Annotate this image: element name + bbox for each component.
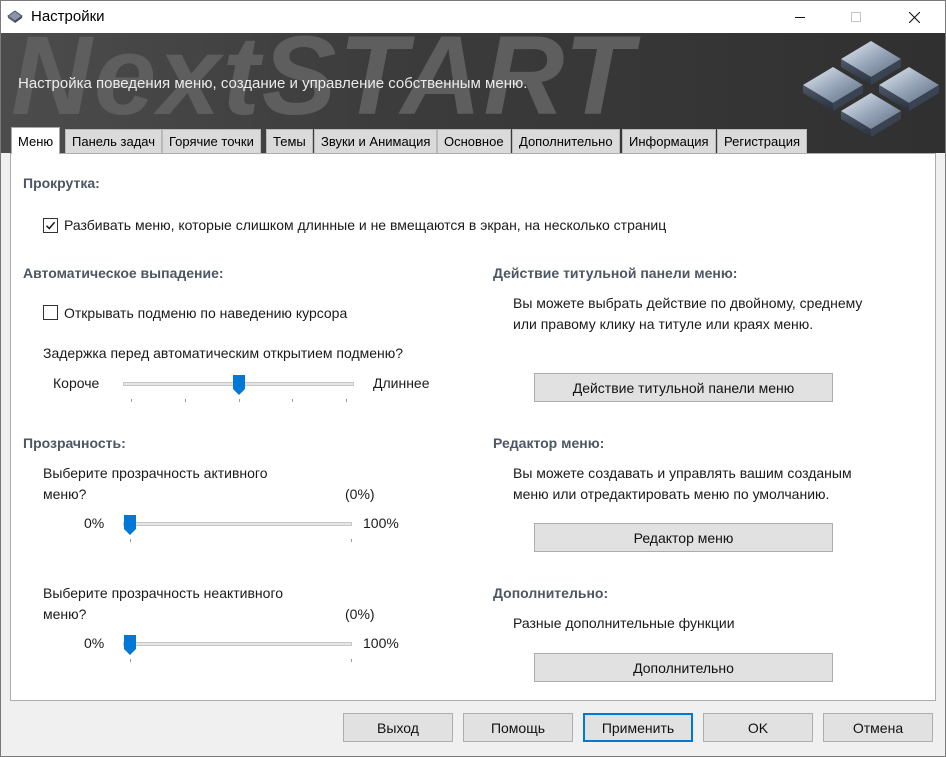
delay-min-label: Короче: [53, 375, 100, 391]
slider-tick: [239, 399, 240, 402]
slider-tick: [351, 539, 352, 542]
delay-question: Задержка перед автоматическим открытием …: [43, 345, 404, 361]
maximize-button[interactable]: [833, 1, 879, 33]
inactive-transparency-label-1: Выберите прозрачность неактивного: [43, 585, 284, 601]
hover-submenu-label: Открывать подменю по наведению курсора: [64, 305, 348, 321]
settings-window: Настройки NextSTART Настройка поведения …: [0, 0, 946, 757]
close-icon: [908, 11, 920, 23]
inactive-max-label: 100%: [363, 635, 399, 651]
auto-popup-section-title: Автоматическое выпадение:: [23, 265, 224, 281]
tab-menu[interactable]: Меню: [11, 127, 61, 154]
menu-editor-button[interactable]: Редактор меню: [534, 523, 833, 552]
active-transparency-slider[interactable]: [123, 515, 353, 545]
tab-sounds-animation[interactable]: Звуки и Анимация: [314, 129, 438, 153]
split-menu-checkbox[interactable]: [43, 218, 58, 233]
close-button[interactable]: [891, 1, 937, 33]
active-max-label: 100%: [363, 515, 399, 531]
active-slider-track: [123, 522, 352, 526]
tab-registration[interactable]: Регистрация: [717, 129, 807, 153]
slider-tick: [292, 399, 293, 402]
ok-button[interactable]: OK: [703, 713, 813, 742]
inactive-transparency-label-2: меню?: [43, 606, 87, 622]
tab-themes[interactable]: Темы: [266, 129, 313, 153]
tab-info[interactable]: Информация: [622, 129, 716, 153]
slider-tick: [131, 399, 132, 402]
active-transparency-label-2: меню?: [43, 486, 87, 502]
inactive-transparency-value: (0%): [345, 606, 375, 622]
active-slider-thumb[interactable]: [124, 515, 136, 535]
extra-desc: Разные дополнительные функции: [513, 615, 735, 631]
tab-taskbar[interactable]: Панель задач: [65, 129, 163, 153]
inactive-min-label: 0%: [84, 635, 105, 651]
delay-slider-thumb[interactable]: [233, 375, 245, 395]
apply-button[interactable]: Применить: [583, 713, 693, 742]
extra-section-title: Дополнительно:: [493, 585, 609, 601]
minimize-icon: [795, 17, 805, 18]
scroll-section-title: Прокрутка:: [23, 175, 100, 191]
slider-tick: [351, 659, 352, 662]
window-title: Настройки: [31, 8, 105, 25]
slider-tick: [130, 659, 131, 662]
title-action-desc-1: Вы можете выбрать действие по двойному, …: [513, 295, 863, 311]
tab-general[interactable]: Основное: [437, 129, 511, 153]
slider-tick: [185, 399, 186, 402]
app-diamond-icon: [7, 10, 23, 24]
menu-tab-panel: Прокрутка: Разбивать меню, которые слишк…: [10, 153, 936, 701]
title-action-desc-2: или правому клику на титуле или краях ме…: [513, 316, 814, 332]
tab-strip: Меню Панель задач Горячие точки Темы Зву…: [1, 127, 945, 154]
help-button[interactable]: Помощь: [463, 713, 573, 742]
checkmark-icon: [45, 221, 56, 230]
active-transparency-label-1: Выберите прозрачность активного: [43, 465, 268, 481]
title-action-button[interactable]: Действие титульной панели меню: [534, 373, 833, 402]
cancel-button[interactable]: Отмена: [823, 713, 933, 742]
hover-submenu-checkbox[interactable]: [43, 305, 58, 320]
banner-subtitle: Настройка поведения меню, создание и упр…: [18, 75, 528, 92]
slider-tick: [130, 539, 131, 542]
split-menu-label: Разбивать меню, которые слишком длинные …: [64, 217, 667, 233]
extra-button[interactable]: Дополнительно: [534, 653, 833, 682]
inactive-slider-track: [123, 642, 352, 646]
menu-editor-desc-1: Вы можете создавать и управлять вашим со…: [513, 465, 852, 481]
tab-advanced[interactable]: Дополнительно: [512, 129, 620, 153]
inactive-transparency-slider[interactable]: [123, 635, 353, 665]
exit-button[interactable]: Выход: [343, 713, 453, 742]
inactive-slider-thumb[interactable]: [124, 635, 136, 655]
active-transparency-value: (0%): [345, 486, 375, 502]
delay-max-label: Длиннее: [373, 375, 430, 391]
minimize-button[interactable]: [777, 1, 823, 33]
active-min-label: 0%: [84, 515, 105, 531]
menu-editor-desc-2: меню или отредактировать меню по умолчан…: [513, 486, 830, 502]
title-bar[interactable]: Настройки: [1, 1, 945, 33]
menu-editor-section-title: Редактор меню:: [493, 435, 605, 451]
slider-tick: [346, 399, 347, 402]
tab-hot-corners[interactable]: Горячие точки: [162, 129, 261, 153]
delay-slider[interactable]: [123, 375, 355, 405]
maximize-icon: [851, 12, 861, 22]
transparency-section-title: Прозрачность:: [23, 435, 126, 451]
title-action-section-title: Действие титульной панели меню:: [493, 265, 738, 281]
